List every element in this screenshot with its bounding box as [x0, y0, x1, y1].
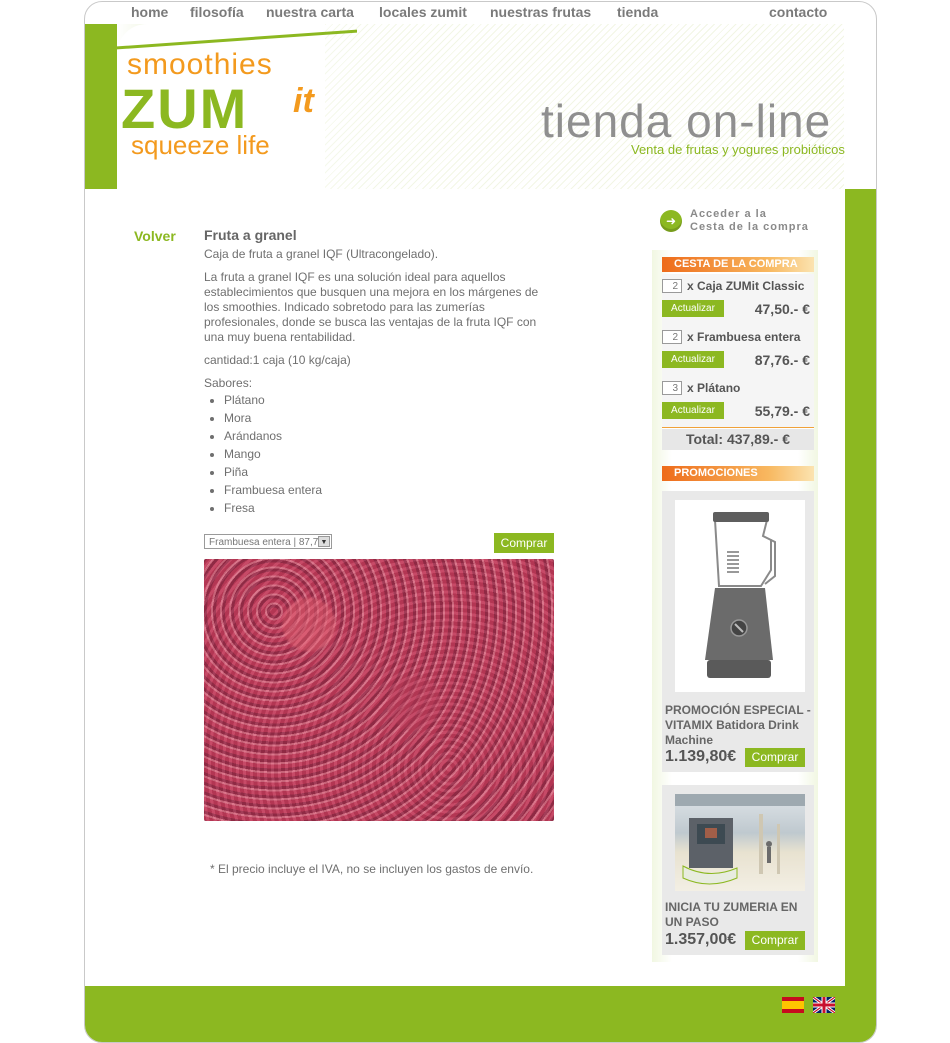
- product-details: Fruta a granel Caja de fruta a granel IQ…: [204, 228, 554, 519]
- cart-item: 3 x Plátano Actualizar 55,79.- €: [662, 376, 814, 428]
- cart-item-price: 87,76.- €: [754, 352, 810, 368]
- cart-box: 2 x Caja ZUMit Classic Actualizar 47,50.…: [662, 274, 814, 450]
- update-button[interactable]: Actualizar: [662, 351, 724, 368]
- cart-item-name: x Caja ZUMit Classic: [687, 279, 805, 293]
- list-item: Plátano: [224, 393, 554, 408]
- nav-contacto[interactable]: contacto: [769, 4, 827, 20]
- list-item: Mango: [224, 447, 554, 462]
- nav-home[interactable]: home: [131, 4, 168, 20]
- zumeria-kiosk-icon: [675, 794, 805, 885]
- logo-tagline: squeeze life: [131, 130, 270, 160]
- access-cart-link[interactable]: ➜ Acceder a la Cesta de la compra: [660, 208, 820, 238]
- promotions-heading: PROMOCIONES: [662, 466, 814, 481]
- product-description: La fruta a granel IQF es una solución id…: [204, 270, 539, 344]
- flavors-label: Sabores:: [204, 376, 253, 390]
- right-green-column: [845, 189, 876, 989]
- nav-tienda[interactable]: tienda: [617, 4, 658, 20]
- top-navigation: home filosofía nuestra carta locales zum…: [85, 2, 876, 24]
- nav-nuestras-frutas[interactable]: nuestras frutas: [490, 4, 591, 20]
- cart-item: 2 x Frambuesa entera Actualizar 87,76.- …: [662, 325, 814, 377]
- list-item: Fresa: [224, 501, 554, 516]
- list-item: Mora: [224, 411, 554, 426]
- cart-item-name: x Frambuesa entera: [687, 330, 801, 344]
- cart-item-name: x Plátano: [687, 381, 741, 395]
- nav-filosofia[interactable]: filosofía: [190, 4, 244, 20]
- product-image-texture: [204, 559, 554, 821]
- cart-item-qty[interactable]: 3: [662, 381, 682, 395]
- promo-price: 1.357,00€: [665, 931, 737, 948]
- purchase-controls: Frambuesa entera | 87,76 ▼ Comprar: [204, 533, 554, 555]
- back-link[interactable]: Volver: [134, 228, 176, 244]
- promo-buy-button[interactable]: Comprar: [745, 748, 805, 767]
- cart-item-qty[interactable]: 2: [662, 330, 682, 344]
- promo-title[interactable]: INICIA TU ZUMERIA EN UN PASO: [665, 900, 811, 930]
- chevron-down-icon[interactable]: ▼: [318, 536, 330, 547]
- promo-card: PROMOCIÓN ESPECIAL -VITAMIX Batidora Dri…: [662, 491, 814, 772]
- flavor-select[interactable]: Frambuesa entera | 87,76 ▼: [204, 534, 332, 549]
- spain-flag-icon[interactable]: [782, 997, 804, 1013]
- promo-price: 1.139,80€: [665, 748, 737, 765]
- footer-green-band: [85, 986, 876, 1042]
- update-button[interactable]: Actualizar: [662, 300, 724, 317]
- cart-item-price: 47,50.- €: [754, 301, 810, 317]
- buy-button[interactable]: Comprar: [494, 533, 554, 553]
- promo-title[interactable]: PROMOCIÓN ESPECIAL -VITAMIX Batidora Dri…: [665, 703, 811, 748]
- product-image: [204, 559, 554, 821]
- nav-locales-zumit[interactable]: locales zumit: [379, 4, 467, 20]
- nav-nuestra-carta[interactable]: nuestra carta: [266, 4, 354, 20]
- list-item: Arándanos: [224, 429, 554, 444]
- cart-item-qty[interactable]: 2: [662, 279, 682, 293]
- access-cart-text: Acceder a la Cesta de la compra: [690, 208, 809, 234]
- access-cart-line1: Acceder a la: [690, 208, 767, 220]
- product-intro: Caja de fruta a granel IQF (Ultracongela…: [204, 247, 439, 261]
- access-cart-line2: Cesta de la compra: [690, 221, 809, 233]
- update-button[interactable]: Actualizar: [662, 402, 724, 419]
- cart-item-price: 55,79.- €: [754, 403, 810, 419]
- flavors-list: Plátano Mora Arándanos Mango Piña Frambu…: [204, 393, 554, 516]
- list-item: Frambuesa entera: [224, 483, 554, 498]
- product-title: Fruta a granel: [204, 227, 297, 243]
- promo-card: INICIA TU ZUMERIA EN UN PASO 1.357,00€ C…: [662, 785, 814, 955]
- blender-icon: [705, 512, 776, 678]
- cart-total: Total: 437,89.- €: [662, 429, 814, 450]
- store-title: tienda on-line: [541, 95, 832, 147]
- list-item: Piña: [224, 465, 554, 480]
- cart-item: 2 x Caja ZUMit Classic Actualizar 47,50.…: [662, 274, 814, 326]
- uk-flag-icon[interactable]: [812, 995, 836, 1015]
- tax-note: * El precio incluye el IVA, no se incluy…: [210, 862, 534, 876]
- logo-it-text: it: [293, 82, 314, 120]
- store-subtitle: Venta de frutas y yogures probióticos: [631, 142, 845, 157]
- zumeria-image[interactable]: [675, 794, 805, 891]
- blender-image[interactable]: [675, 500, 805, 692]
- flavor-select-value: Frambuesa entera | 87,76: [209, 537, 324, 548]
- cart-heading: CESTA DE LA COMPRA: [662, 257, 814, 272]
- cart-arrow-icon: ➜: [660, 210, 682, 232]
- promo-buy-button[interactable]: Comprar: [745, 931, 805, 950]
- product-quantity: cantidad:1 caja (10 kg/caja): [204, 353, 351, 367]
